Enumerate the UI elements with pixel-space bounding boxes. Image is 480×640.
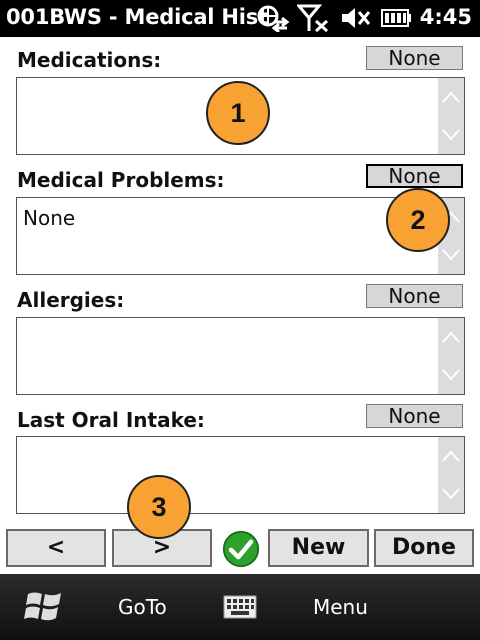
goto-softkey[interactable]: GoTo <box>118 595 167 619</box>
keyboard-icon[interactable] <box>223 595 257 619</box>
no-signal-icon[interactable] <box>297 4 331 32</box>
last-oral-intake-none-button[interactable]: None <box>366 404 463 428</box>
clock-time: 4:45 <box>419 5 472 29</box>
windows-start-icon[interactable] <box>24 588 64 624</box>
done-button[interactable]: Done <box>374 529 474 567</box>
allergies-label: Allergies: <box>17 288 125 312</box>
scroll-up-icon[interactable] <box>441 90 461 104</box>
callout-3: 3 <box>127 475 191 539</box>
previous-button[interactable]: < <box>6 529 106 567</box>
medications-label: Medications: <box>17 48 162 72</box>
menu-softkey[interactable]: Menu <box>313 595 368 619</box>
checkmark-icon[interactable] <box>220 530 262 568</box>
title-bar: 001BWS - Medical Hist 4:45 <box>0 0 480 37</box>
allergies-field[interactable] <box>16 317 465 395</box>
allergies-none-button[interactable]: None <box>366 284 463 308</box>
window-title: 001BWS - Medical Hist <box>6 5 268 29</box>
scroll-up-icon[interactable] <box>441 449 461 463</box>
medications-scrollbar[interactable] <box>438 78 464 154</box>
scroll-down-icon[interactable] <box>441 368 461 382</box>
last-oral-intake-field[interactable] <box>16 436 465 514</box>
medications-none-button[interactable]: None <box>366 46 463 70</box>
allergies-scrollbar[interactable] <box>438 318 464 394</box>
volume-muted-icon[interactable] <box>340 4 372 32</box>
bottom-bar: GoTo Menu <box>0 574 480 640</box>
scroll-down-icon[interactable] <box>441 487 461 501</box>
battery-icon[interactable] <box>381 4 413 32</box>
last-oral-intake-scrollbar[interactable] <box>438 437 464 513</box>
last-oral-intake-label: Last Oral Intake: <box>17 408 205 432</box>
scroll-down-icon[interactable] <box>441 248 461 262</box>
callout-1: 1 <box>206 81 270 145</box>
medical-problems-field-value: None <box>23 206 76 230</box>
callout-2: 2 <box>386 188 450 252</box>
new-button[interactable]: New <box>268 529 369 567</box>
scroll-up-icon[interactable] <box>441 330 461 344</box>
connectivity-icon[interactable] <box>256 4 290 32</box>
scroll-down-icon[interactable] <box>441 128 461 142</box>
medical-problems-none-button[interactable]: None <box>366 164 463 188</box>
medical-problems-label: Medical Problems: <box>17 168 225 192</box>
